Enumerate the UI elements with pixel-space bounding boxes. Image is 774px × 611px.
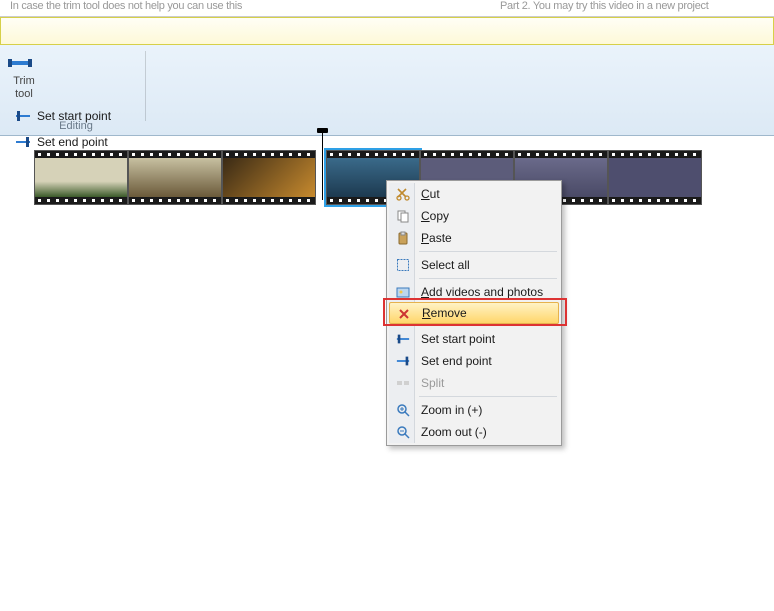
ctx-zoom-in-label: Zoom in — [421, 403, 464, 417]
top-partial-strip: In case the trim tool does not help you … — [0, 0, 774, 17]
ctx-cut-label: Cut — [421, 187, 440, 201]
ctx-separator — [419, 251, 557, 252]
top-blur-right: Part 2. You may try this video in a new … — [500, 0, 708, 12]
ctx-zoom-out-label: Zoom out — [421, 425, 472, 439]
ctx-set-start-label: Set start point — [421, 332, 495, 346]
add-media-icon — [395, 284, 411, 300]
trim-tool-icon — [6, 53, 42, 73]
ribbon-group-editing: Trim tool Set start point — [6, 49, 146, 135]
context-menu: Cut Copy Paste Select all Add videos and… — [386, 180, 562, 446]
ctx-remove-label: Remove — [422, 306, 467, 320]
ribbon-separator — [145, 51, 146, 121]
split-icon — [395, 375, 411, 391]
clip-thumbnail[interactable] — [222, 150, 316, 205]
trim-tool-button[interactable]: Trim tool — [6, 53, 42, 101]
ctx-cut[interactable]: Cut — [389, 183, 559, 205]
ctx-remove[interactable]: Remove — [389, 302, 559, 324]
clip-thumbnail[interactable] — [608, 150, 702, 205]
ctx-zoom-out-hint: (-) — [475, 425, 487, 439]
scissors-icon — [395, 186, 411, 202]
clip-thumbnail[interactable] — [128, 150, 222, 205]
ctx-add-media-label: Add videos and photos — [421, 285, 543, 299]
ctx-set-start[interactable]: Set start point — [389, 328, 559, 350]
trim-tool-label: Trim tool — [6, 75, 42, 101]
ctx-zoom-out[interactable]: Zoom out (-) — [389, 421, 559, 443]
marker-end-icon — [395, 353, 411, 369]
zoom-in-icon — [395, 402, 411, 418]
clipboard-icon — [395, 230, 411, 246]
marker-start-icon — [395, 331, 411, 347]
ctx-copy[interactable]: Copy — [389, 205, 559, 227]
ctx-add-media[interactable]: Add videos and photos — [389, 281, 559, 303]
select-all-icon — [395, 257, 411, 273]
ctx-separator — [419, 396, 557, 397]
ctx-split-label: Split — [421, 376, 444, 390]
ctx-zoom-in[interactable]: Zoom in (+) — [389, 399, 559, 421]
ctx-paste-label: Paste — [421, 231, 452, 245]
ctx-paste[interactable]: Paste — [389, 227, 559, 249]
zoom-out-icon — [395, 424, 411, 440]
ctx-set-end-label: Set end point — [421, 354, 492, 368]
copy-icon — [395, 208, 411, 224]
ctx-separator — [419, 278, 557, 279]
ctx-select-all-label: Select all — [421, 258, 470, 272]
ribbon-group-caption: Editing — [6, 120, 146, 135]
playhead[interactable] — [322, 130, 323, 200]
clip-thumbnail[interactable] — [34, 150, 128, 205]
ribbon: Trim tool Set start point — [0, 45, 774, 136]
ctx-split: Split — [389, 372, 559, 394]
ctx-select-all[interactable]: Select all — [389, 254, 559, 276]
ctx-separator — [419, 325, 557, 326]
ctx-copy-label: Copy — [421, 209, 449, 223]
delete-icon — [396, 306, 412, 322]
highlight-bar — [0, 17, 774, 45]
top-blur-left: In case the trim tool does not help you … — [10, 0, 242, 12]
ctx-set-end[interactable]: Set end point — [389, 350, 559, 372]
ctx-zoom-in-hint: (+) — [467, 403, 482, 417]
